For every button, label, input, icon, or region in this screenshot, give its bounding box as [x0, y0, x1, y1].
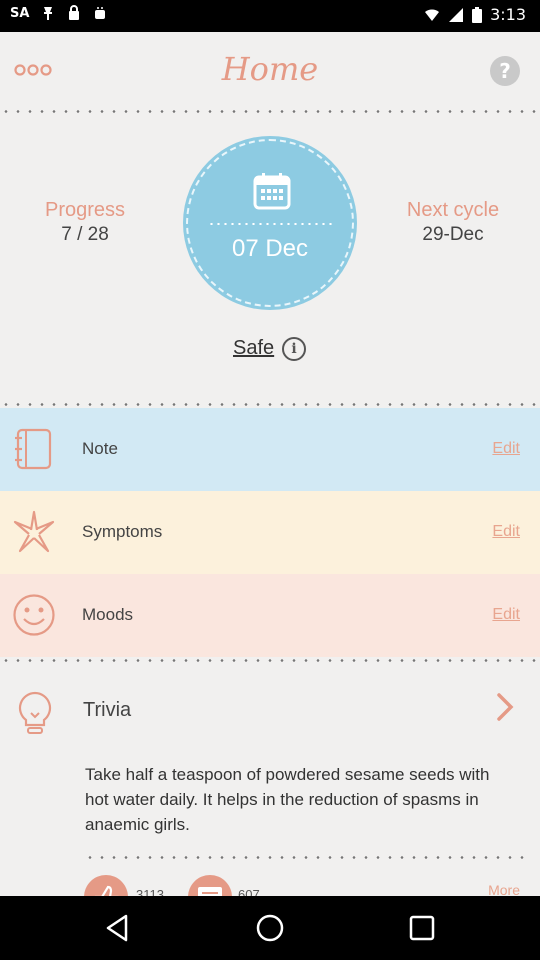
safe-status[interactable]: Safe [233, 337, 274, 360]
asterisk-icon [13, 510, 55, 553]
note-edit-link[interactable]: Edit [492, 440, 520, 458]
comment-count: 607 [238, 887, 260, 896]
divider [0, 403, 540, 406]
pin-icon [44, 7, 53, 20]
lock-icon [69, 5, 80, 20]
symptoms-row[interactable]: Symptoms Edit [0, 491, 540, 574]
current-date: 07 Dec [231, 235, 309, 262]
help-button[interactable]: ? [490, 56, 520, 86]
current-date-circle[interactable]: 07 Dec [186, 139, 354, 307]
chevron-right-icon[interactable] [496, 692, 514, 722]
like-count: 3113 [136, 887, 164, 896]
status-time: 3:13 [490, 5, 526, 24]
status-bar: SA 3:13 [0, 0, 540, 32]
trivia-title[interactable]: Trivia [83, 699, 131, 722]
home-icon[interactable] [254, 912, 286, 944]
comment-button[interactable] [188, 875, 232, 896]
next-cycle-label: Next cycle [406, 199, 500, 221]
symptoms-label: Symptoms [82, 522, 163, 541]
like-button[interactable] [84, 875, 128, 896]
progress-stat: Progress 7 / 28 [30, 199, 140, 246]
status-carrier: SA [10, 5, 30, 21]
info-icon[interactable]: i [282, 337, 306, 361]
app-screen: Home ? Progress 7 / 28 07 Dec Next cycle… [0, 32, 540, 896]
comment-icon [198, 887, 222, 896]
wifi-icon [425, 8, 440, 21]
recent-apps-icon[interactable] [406, 912, 438, 944]
divider [84, 856, 524, 859]
signal-icon [449, 7, 464, 22]
moods-edit-link[interactable]: Edit [492, 606, 520, 624]
note-label: Note [82, 439, 118, 458]
circle-divider [208, 223, 332, 225]
more-link[interactable]: More [488, 882, 520, 896]
divider [0, 110, 540, 113]
calendar-icon [253, 173, 291, 210]
thumbs-up-icon [94, 885, 119, 896]
divider [0, 659, 540, 662]
android-icon [95, 7, 106, 19]
notebook-icon [15, 428, 52, 470]
trivia-text: Take half a teaspoon of powdered sesame … [85, 765, 490, 834]
next-cycle-stat: Next cycle 29-Dec [388, 199, 518, 246]
lightbulb-icon [18, 691, 52, 734]
note-row[interactable]: Note Edit [0, 408, 540, 491]
symptoms-edit-link[interactable]: Edit [492, 523, 520, 541]
progress-value: 7 / 28 [61, 224, 109, 245]
battery-icon [472, 6, 483, 23]
header: Home ? [0, 32, 540, 110]
back-icon[interactable] [102, 912, 134, 944]
progress-label: Progress [44, 199, 126, 221]
navigation-bar [0, 896, 540, 960]
smiley-icon [13, 594, 55, 636]
moods-row[interactable]: Moods Edit [0, 574, 540, 657]
moods-label: Moods [82, 605, 134, 624]
next-cycle-value: 29-Dec [422, 224, 484, 245]
page-title: Home [221, 50, 319, 88]
